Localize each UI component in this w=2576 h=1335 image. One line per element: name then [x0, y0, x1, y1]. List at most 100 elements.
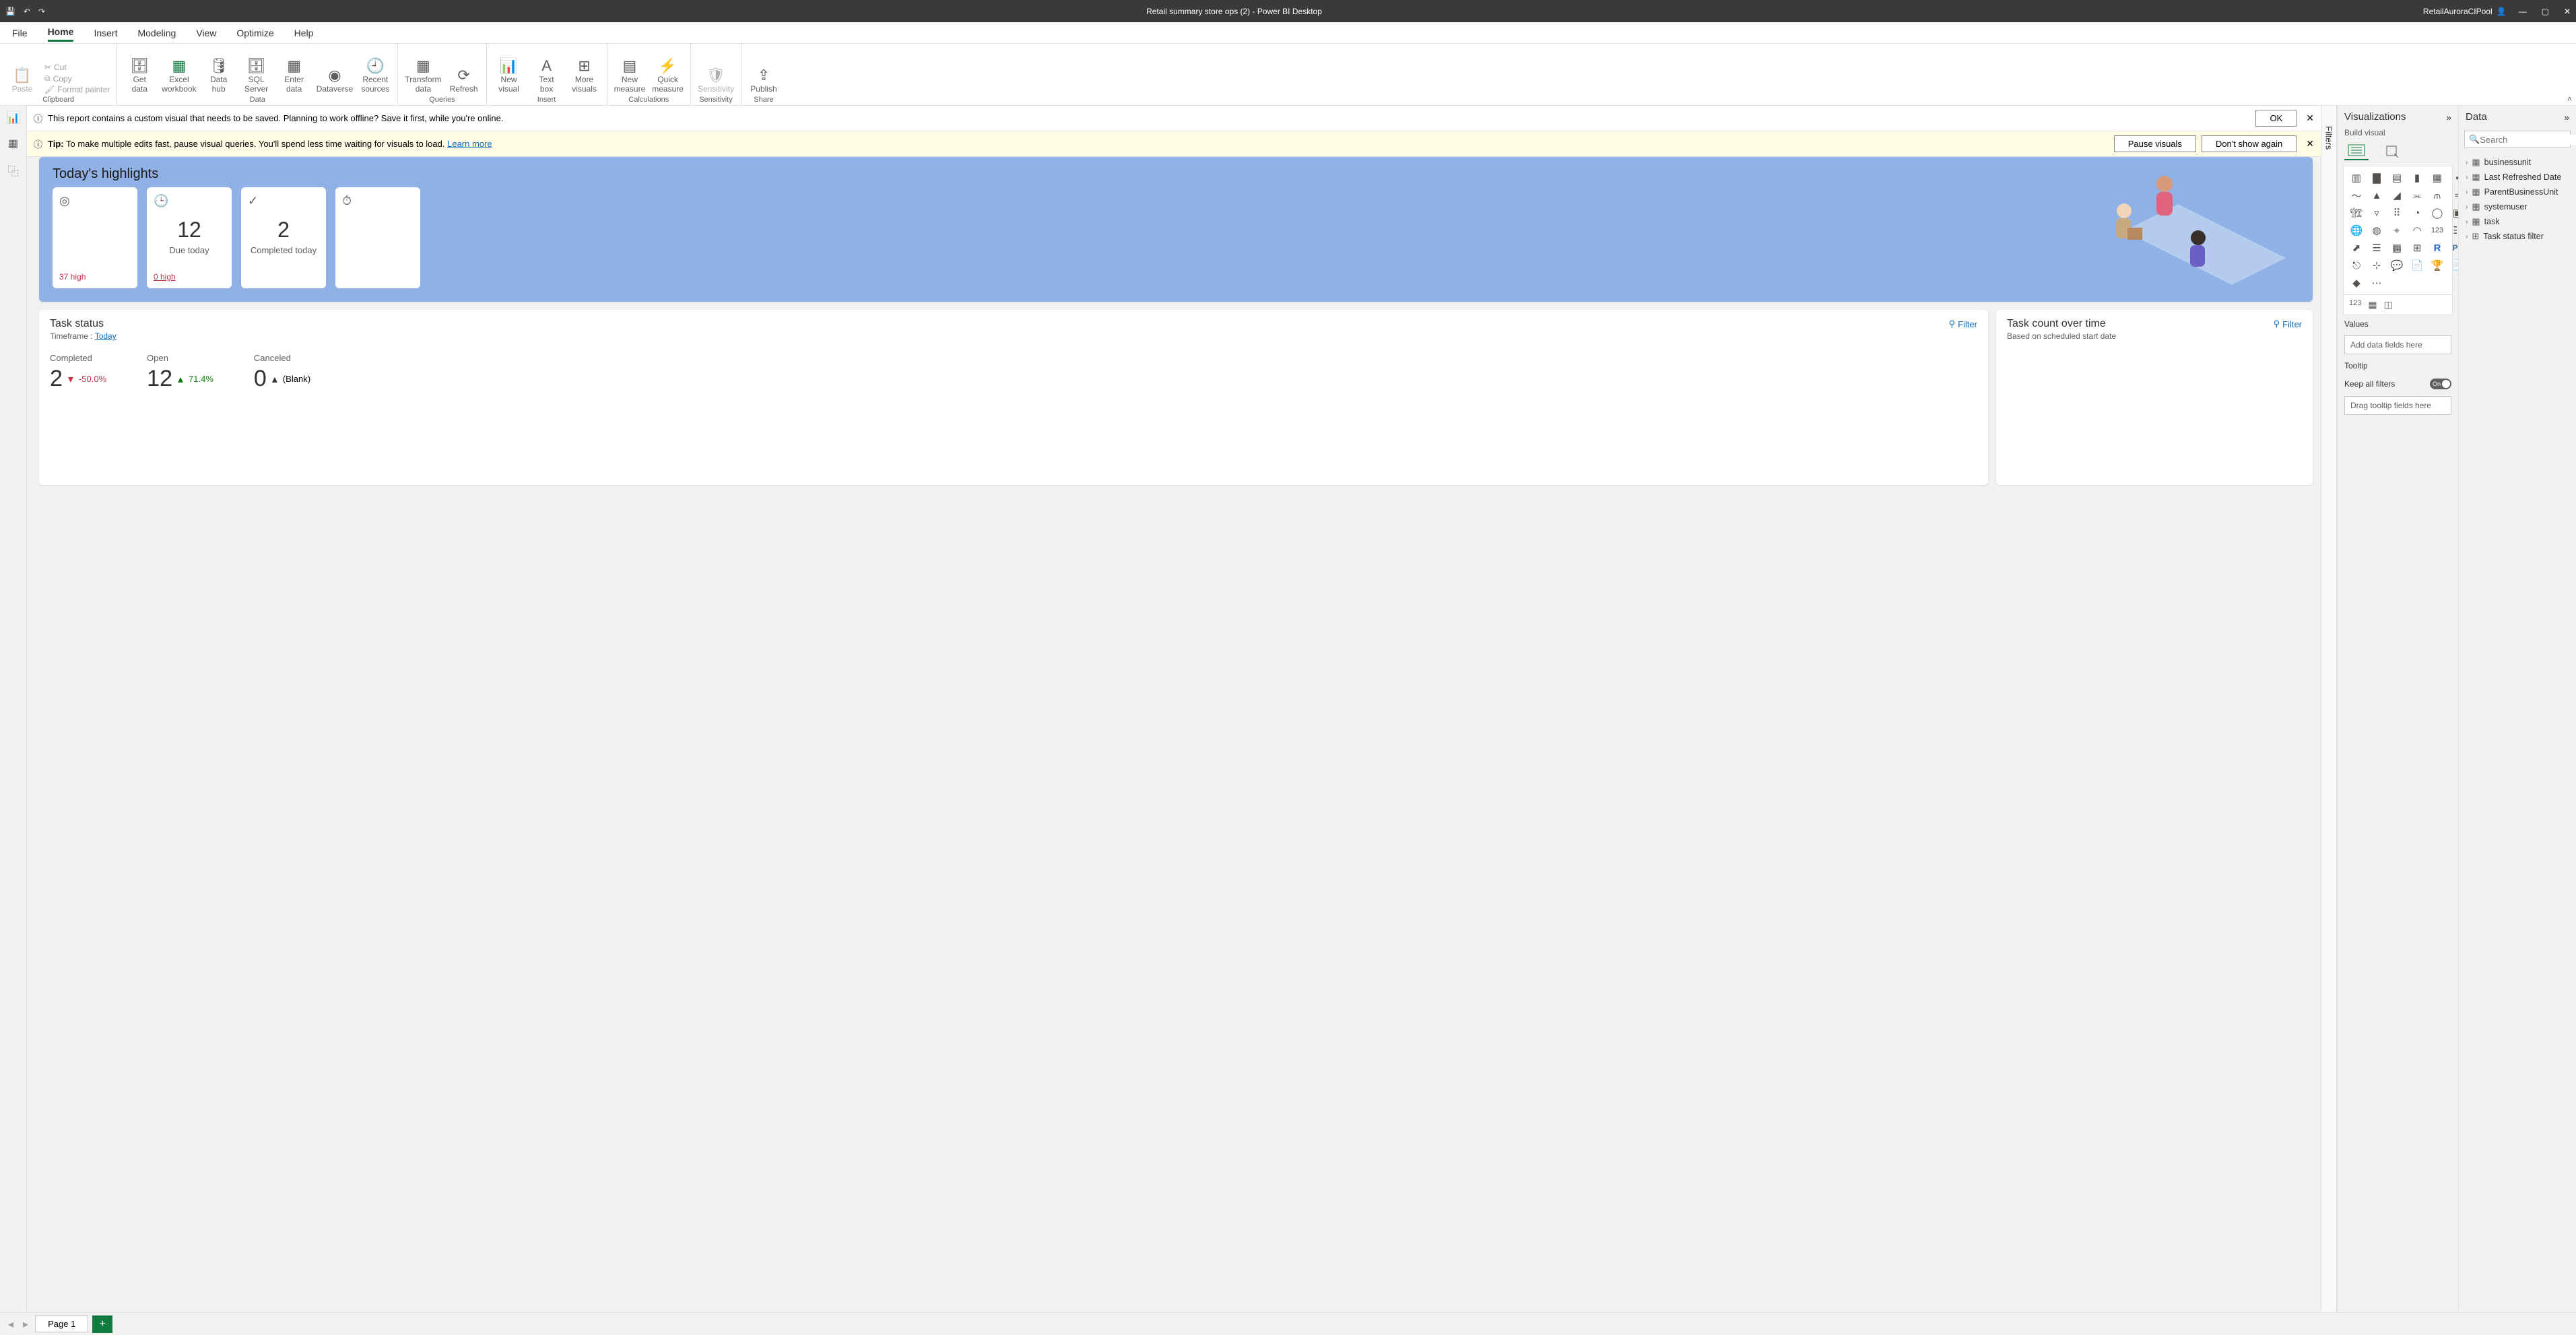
viz-key-influencer-icon[interactable]: ⎋ — [2349, 259, 2364, 271]
viz-azure-map-icon[interactable]: ⌖ — [2389, 224, 2404, 236]
transform-data-button[interactable]: ▦Transform data — [405, 57, 441, 94]
collapse-data-icon[interactable]: » — [2564, 112, 2569, 123]
account-area[interactable]: RetailAuroraCIPool 👤 — [2423, 7, 2507, 16]
viz-100-bar-icon[interactable]: ▦ — [2430, 172, 2445, 184]
build-visual-tab[interactable] — [2344, 141, 2369, 160]
viz-decomp-icon[interactable]: ⊹ — [2369, 259, 2384, 271]
new-visual-button[interactable]: 📊New visual — [494, 57, 525, 94]
viz-stacked-area-icon[interactable]: ◢ — [2389, 189, 2404, 201]
pause-visuals-button[interactable]: Pause visuals — [2114, 135, 2196, 152]
add-page-button[interactable]: + — [92, 1315, 112, 1333]
menu-insert[interactable]: Insert — [94, 25, 117, 41]
table-parent-bu[interactable]: ›▦ParentBusinessUnit — [2466, 185, 2569, 199]
menu-view[interactable]: View — [196, 25, 216, 41]
viz-scatter-icon[interactable]: ⠿ — [2389, 207, 2404, 219]
table-businessunit[interactable]: ›▦businessunit — [2466, 155, 2569, 170]
viz-clustered-bar-icon[interactable]: ▤ — [2389, 172, 2404, 184]
viz-funnel-icon[interactable]: ▿ — [2369, 207, 2384, 219]
viz-map-icon[interactable]: 🌐 — [2349, 224, 2364, 236]
sql-button[interactable]: 🗄SQL Server — [241, 57, 272, 94]
viz-filled-map-icon[interactable]: ◍ — [2369, 224, 2384, 236]
viz-donut-icon[interactable]: ◯ — [2430, 207, 2445, 219]
more-visuals-button[interactable]: ⊞More visuals — [569, 57, 600, 94]
viz-slicer-icon[interactable]: ☰ — [2369, 242, 2384, 254]
viz-area-icon[interactable]: ▲ — [2369, 189, 2384, 201]
search-field[interactable]: 🔍 — [2464, 131, 2571, 148]
viz-gauge-icon[interactable]: ◠ — [2410, 224, 2424, 236]
viz-matrix-icon[interactable]: ⊞ — [2410, 242, 2424, 254]
learn-more-link[interactable]: Learn more — [447, 139, 492, 149]
redo-icon[interactable]: ↷ — [38, 7, 45, 16]
table-last-refreshed[interactable]: ›▦Last Refreshed Date — [2466, 170, 2569, 185]
card-due-today[interactable]: 🕒 12 Due today 0 high — [147, 187, 232, 288]
viz-pie-icon[interactable]: ◔ — [2410, 207, 2424, 219]
prev-page-button[interactable]: ◂ — [5, 1317, 16, 1331]
model-view-icon[interactable]: ⿻ — [7, 162, 18, 178]
publish-button[interactable]: ⇪Publish — [748, 67, 779, 94]
timeframe-link[interactable]: Today — [95, 331, 117, 341]
hero-visual[interactable]: Today's highlights ◎ 37 high 🕒 12 Due to… — [39, 157, 2313, 302]
new-measure-button[interactable]: ▤New measure — [614, 57, 646, 94]
viz-line-icon[interactable]: 〜 — [2349, 189, 2364, 201]
viz-card-icon[interactable]: 123 — [2430, 224, 2445, 236]
viz-more-icon[interactable]: ⋯ — [2369, 277, 2384, 289]
viz-clustered-col-icon[interactable]: ▮ — [2410, 172, 2424, 184]
table-systemuser[interactable]: ›▦systemuser — [2466, 199, 2569, 214]
close-banner-2[interactable]: ✕ — [2306, 138, 2314, 150]
tooltip-well[interactable]: Drag tooltip fields here — [2344, 396, 2451, 415]
viz-power-apps-icon[interactable]: ◆ — [2349, 277, 2364, 289]
menu-modeling[interactable]: Modeling — [137, 25, 176, 41]
viz-custom1-icon[interactable]: ▦ — [2368, 299, 2377, 311]
filter-button[interactable]: ⚲Filter — [2274, 319, 2302, 329]
menu-optimize[interactable]: Optimize — [236, 25, 273, 41]
viz-waterfall-icon[interactable]: 🏗 — [2349, 207, 2364, 219]
report-view-icon[interactable]: 📊 — [7, 111, 20, 125]
enter-data-button[interactable]: ▦Enter data — [279, 57, 310, 94]
next-page-button[interactable]: ▸ — [20, 1317, 31, 1331]
task-status-tile[interactable]: Task status ⚲Filter Timeframe : Today Co… — [39, 310, 1988, 485]
collapse-ribbon-button[interactable]: ˄ — [2567, 94, 2572, 104]
undo-icon[interactable]: ↶ — [24, 7, 30, 16]
viz-kpi-icon[interactable]: ⬈ — [2349, 242, 2364, 254]
ok-button[interactable]: OK — [2255, 110, 2297, 127]
menu-help[interactable]: Help — [294, 25, 314, 41]
close-button[interactable]: ✕ — [2564, 7, 2571, 16]
filter-button[interactable]: ⚲Filter — [1949, 319, 1977, 329]
dataverse-button[interactable]: ◉Dataverse — [317, 67, 354, 94]
filters-pane-collapsed[interactable]: Filters — [2321, 106, 2337, 1312]
viz-line-col2-icon[interactable]: ⫙ — [2430, 189, 2445, 201]
dont-show-button[interactable]: Don't show again — [2202, 135, 2297, 152]
card-overdue[interactable]: ⏱ — [335, 187, 420, 288]
collapse-viz-icon[interactable]: » — [2446, 112, 2451, 123]
quick-measure-button[interactable]: ⚡Quick measure — [652, 57, 684, 94]
viz-stacked-bar-icon[interactable]: ▥ — [2349, 172, 2364, 184]
viz-custom2-icon[interactable]: ◫ — [2384, 299, 2393, 311]
table-task-status-filter[interactable]: ›⊞Task status filter — [2466, 229, 2569, 244]
recent-sources-button[interactable]: 🕘Recent sources — [360, 57, 391, 94]
menu-home[interactable]: Home — [48, 24, 74, 42]
viz-stacked-col-icon[interactable]: ▇ — [2369, 172, 2384, 184]
save-icon[interactable]: 💾 — [5, 7, 15, 16]
viz-qa-icon[interactable]: 💬 — [2389, 259, 2404, 271]
page-tab-1[interactable]: Page 1 — [35, 1315, 88, 1332]
card-completed[interactable]: ✓ 2 Completed today — [241, 187, 326, 288]
data-hub-button[interactable]: 🛢Data hub — [203, 57, 234, 94]
format-visual-tab[interactable] — [2381, 141, 2405, 160]
table-view-icon[interactable]: ▦ — [8, 137, 18, 150]
viz-table-icon[interactable]: ▦ — [2389, 242, 2404, 254]
refresh-button[interactable]: ⟳Refresh — [449, 67, 480, 94]
minimize-button[interactable]: — — [2519, 7, 2527, 16]
keep-filters-toggle[interactable]: On — [2430, 379, 2451, 389]
get-data-button[interactable]: 🗄Get data — [124, 57, 155, 94]
viz-narrative-icon[interactable]: 📄 — [2410, 259, 2424, 271]
viz-goals-icon[interactable]: 🏆 — [2430, 259, 2445, 271]
maximize-button[interactable]: ▢ — [2542, 7, 2549, 16]
values-well[interactable]: Add data fields here — [2344, 335, 2451, 354]
menu-file[interactable]: File — [12, 25, 28, 41]
excel-button[interactable]: ▦Excel workbook — [162, 57, 196, 94]
task-count-tile[interactable]: Task count over time ⚲Filter Based on sc… — [1996, 310, 2313, 485]
viz-line-col-icon[interactable]: ⫘ — [2410, 189, 2424, 201]
close-banner-1[interactable]: ✕ — [2306, 112, 2314, 124]
text-box-button[interactable]: AText box — [531, 57, 562, 94]
viz-text-icon[interactable]: 123 — [2349, 299, 2361, 311]
